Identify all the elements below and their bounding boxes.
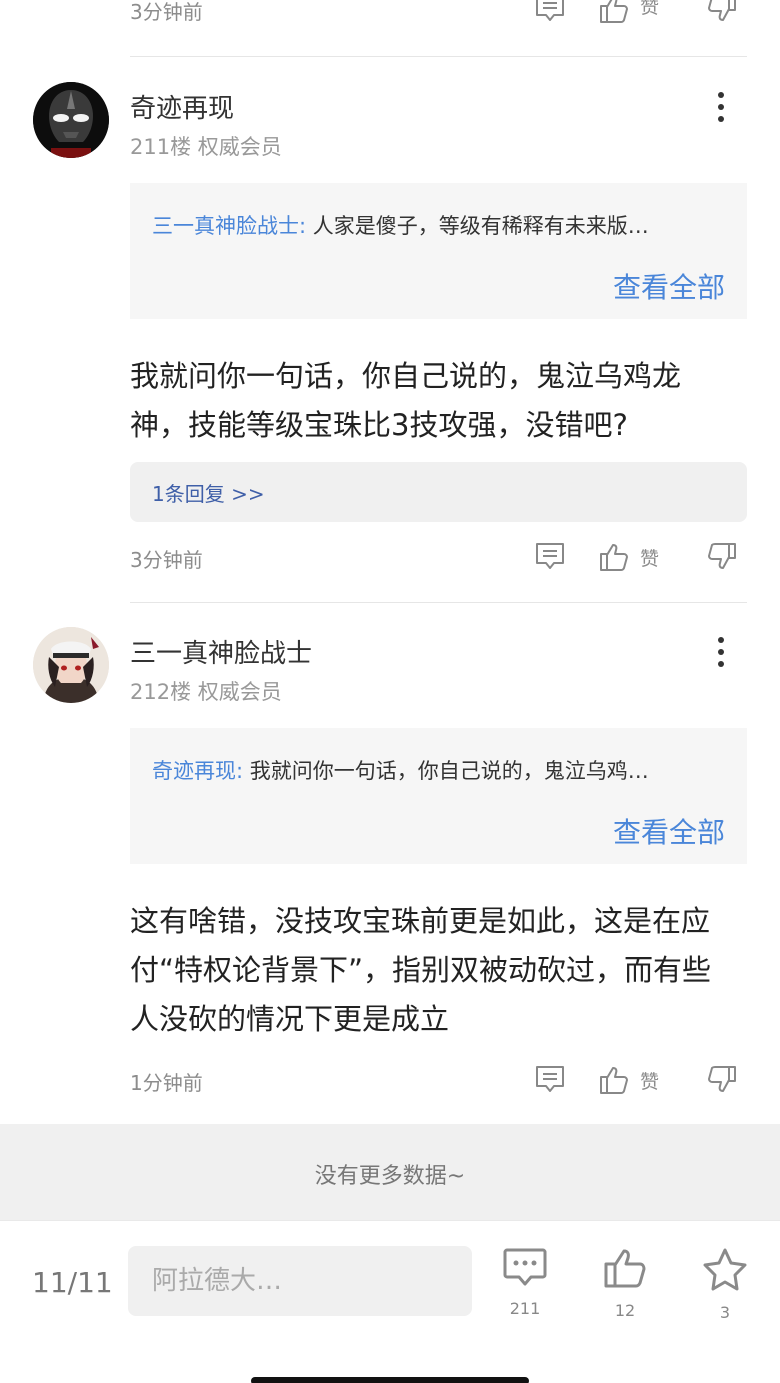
like-label[interactable]: 赞 bbox=[640, 1067, 659, 1094]
comment-line: 神，技能等级宝珠比3技攻强，没错吧? bbox=[130, 408, 628, 442]
comment-time: 1分钟前 bbox=[130, 1071, 203, 1095]
quote-line: 三一真神脸战士: 人家是傻子，等级有稀释有未来版… bbox=[152, 210, 719, 240]
like-icon[interactable] bbox=[598, 1065, 630, 1095]
home-indicator[interactable] bbox=[251, 1377, 529, 1383]
floor-number: 212楼 bbox=[130, 680, 192, 704]
more-vertical-icon[interactable] bbox=[706, 87, 736, 127]
quote-text: 我就问你一句话，你自己说的，鬼泣乌鸡… bbox=[243, 759, 649, 783]
comment-input[interactable] bbox=[128, 1246, 472, 1316]
comment-line: 我就问你一句话，你自己说的，鬼泣乌鸡龙 bbox=[130, 359, 682, 393]
reply-icon[interactable] bbox=[534, 542, 566, 572]
dislike-icon[interactable] bbox=[706, 542, 738, 572]
username[interactable]: 奇迹再现 bbox=[130, 88, 234, 125]
comment-line: 付“特权论背景下”，指别双被动砍过，而有些 bbox=[130, 953, 712, 987]
comment-time: 3分钟前 bbox=[130, 0, 203, 24]
favorite-button[interactable]: 3 bbox=[695, 1247, 755, 1322]
like-label[interactable]: 赞 bbox=[640, 0, 659, 19]
member-badge: 权威会员 bbox=[197, 135, 282, 159]
quote-author[interactable]: 奇迹再现: bbox=[152, 759, 243, 783]
comments-count: 211 bbox=[509, 1299, 541, 1318]
comment-body: 我就问你一句话，你自己说的，鬼泣乌鸡龙 神，技能等级宝珠比3技攻强，没错吧? bbox=[130, 352, 747, 450]
divider bbox=[130, 56, 747, 57]
quote-text: 人家是傻子，等级有稀释有未来版… bbox=[306, 214, 649, 238]
floor-number: 211楼 bbox=[130, 135, 192, 159]
favorites-count: 3 bbox=[719, 1303, 731, 1322]
comments-button[interactable]: 211 bbox=[495, 1247, 555, 1318]
thumb-up-icon bbox=[603, 1247, 647, 1293]
replies-link[interactable]: 1条回复 >> bbox=[130, 462, 747, 522]
no-more-data-text: 没有更多数据~ bbox=[314, 1164, 466, 1189]
reply-icon[interactable] bbox=[534, 0, 566, 24]
dislike-icon[interactable] bbox=[706, 1065, 738, 1095]
comment-body: 这有啥错，没技攻宝珠前更是如此，这是在应 付“特权论背景下”，指别双被动砍过，而… bbox=[130, 897, 747, 1044]
comment-line: 这有啥错，没技攻宝珠前更是如此，这是在应 bbox=[130, 904, 711, 938]
more-vertical-icon[interactable] bbox=[706, 632, 736, 672]
replies-link-label[interactable]: 1条回复 >> bbox=[152, 478, 265, 507]
quote-line: 奇迹再现: 我就问你一句话，你自己说的，鬼泣乌鸡… bbox=[152, 755, 719, 785]
floor-and-badge: 212楼 权威会员 bbox=[130, 676, 282, 706]
dislike-icon[interactable] bbox=[706, 0, 738, 24]
like-icon[interactable] bbox=[598, 0, 630, 24]
avatar[interactable] bbox=[33, 82, 109, 158]
member-badge: 权威会员 bbox=[197, 680, 282, 704]
page-count[interactable]: 11/11 bbox=[32, 1266, 113, 1299]
floor-and-badge: 211楼 权威会员 bbox=[130, 131, 282, 161]
quoted-reply[interactable]: 奇迹再现: 我就问你一句话，你自己说的，鬼泣乌鸡… 查看全部 bbox=[130, 728, 747, 864]
reply-icon[interactable] bbox=[534, 1065, 566, 1095]
quoted-reply[interactable]: 三一真神脸战士: 人家是傻子，等级有稀释有未来版… 查看全部 bbox=[130, 183, 747, 319]
bottom-action-bar: 11/11 211 12 3 bbox=[0, 1220, 780, 1383]
comment-bubble-icon bbox=[503, 1247, 547, 1291]
username[interactable]: 三一真神脸战士 bbox=[130, 633, 312, 670]
likes-count: 12 bbox=[614, 1301, 636, 1320]
view-all-link[interactable]: 查看全部 bbox=[613, 266, 725, 306]
star-icon bbox=[702, 1247, 748, 1295]
divider bbox=[130, 602, 747, 603]
comment-time: 3分钟前 bbox=[130, 548, 203, 572]
like-label[interactable]: 赞 bbox=[640, 544, 659, 571]
quote-author[interactable]: 三一真神脸战士: bbox=[152, 214, 306, 238]
comment-line: 人没砍的情况下更是成立 bbox=[130, 1002, 450, 1036]
like-button[interactable]: 12 bbox=[595, 1247, 655, 1320]
no-more-data-banner: 没有更多数据~ bbox=[0, 1124, 780, 1220]
avatar[interactable] bbox=[33, 627, 109, 703]
view-all-link[interactable]: 查看全部 bbox=[613, 811, 725, 851]
like-icon[interactable] bbox=[598, 542, 630, 572]
